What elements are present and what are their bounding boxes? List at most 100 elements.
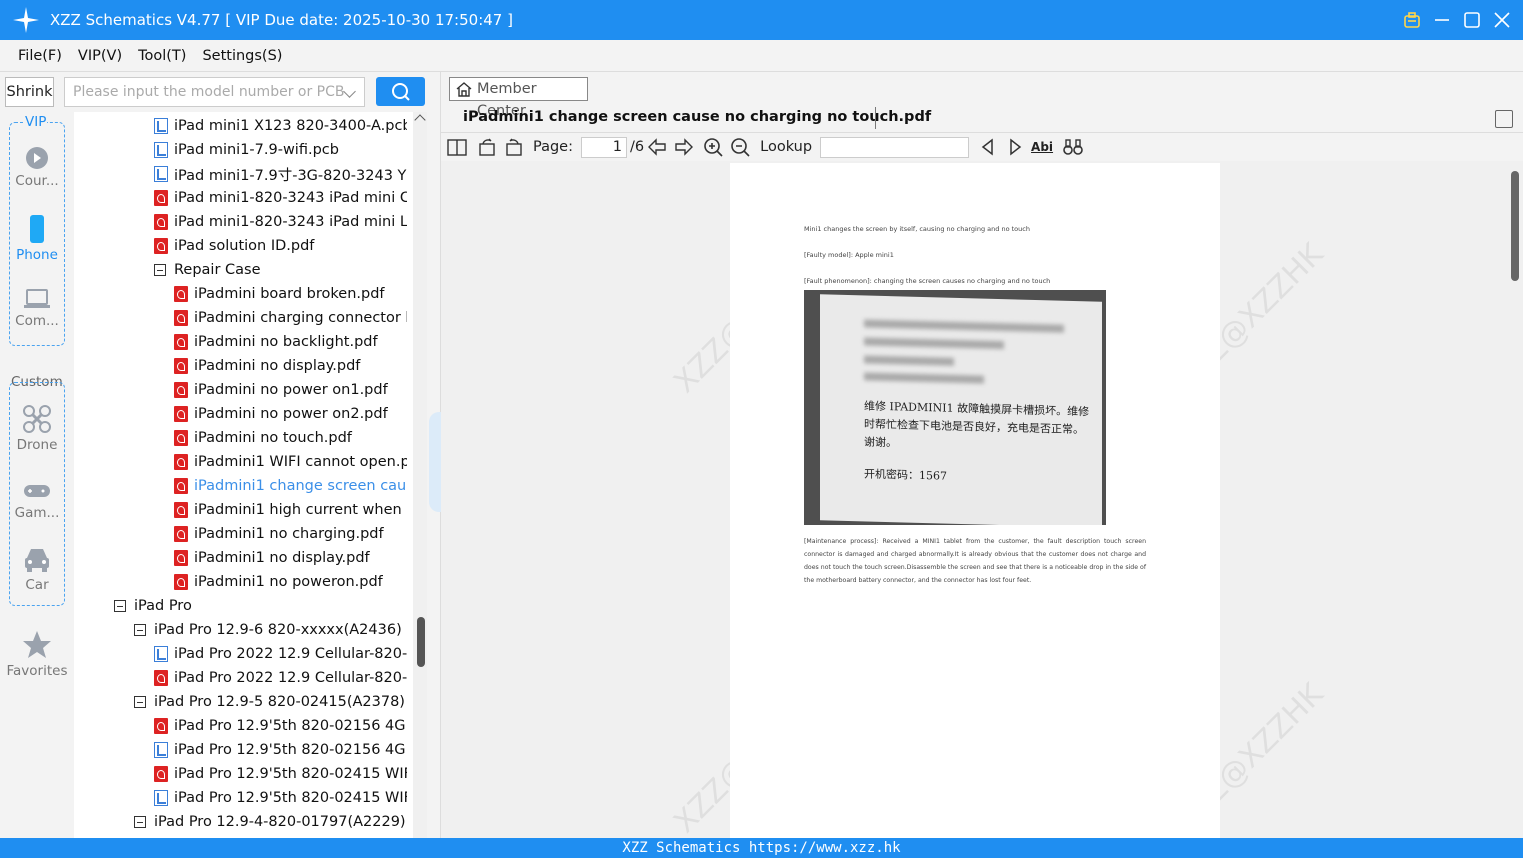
search-button[interactable] xyxy=(376,77,425,106)
tree-item-label: iPad Pro 2022 12.9 Cellular-820-03 xyxy=(174,646,407,662)
tree-folder[interactable]: iPad Pro 12.9-5 820-02415(A2378) 82( xyxy=(134,690,407,714)
rotate-right-icon[interactable] xyxy=(503,137,525,157)
tree-file[interactable]: iPadmini no power on1.pdf xyxy=(174,378,388,402)
collapse-panel-handle[interactable] xyxy=(429,412,441,512)
panel-splitter[interactable] xyxy=(427,72,441,838)
tree-folder[interactable]: iPad Pro xyxy=(114,594,192,618)
scrollbar-thumb[interactable] xyxy=(1511,171,1519,281)
tree-item-label: iPadmini no power on2.pdf xyxy=(194,406,388,422)
prev-page-icon[interactable] xyxy=(646,137,668,157)
nav-courses[interactable]: Cour... xyxy=(9,146,65,189)
lookup-input[interactable] xyxy=(820,136,970,158)
member-center-button[interactable]: Member Center xyxy=(449,77,588,119)
pdf-file-icon xyxy=(154,214,168,230)
menu-tool[interactable]: Tool(T) xyxy=(138,48,186,64)
tree-scrollbar[interactable] xyxy=(413,112,427,838)
nav-game[interactable]: Gam... xyxy=(9,480,65,521)
pdf-file-icon xyxy=(174,478,188,494)
category-sidebar: VIP Cour... Phone Com... Custom Drone Ga… xyxy=(0,112,74,838)
match-case-button[interactable]: Abi xyxy=(1031,137,1057,157)
tree-file[interactable]: iPadmini no display.pdf xyxy=(174,354,360,378)
vip-badge-icon[interactable] xyxy=(1403,11,1421,29)
tree-file[interactable]: iPad Pro 2022 12.9 Cellular-820-03 xyxy=(154,666,407,690)
tree-item-label: iPad mini1-820-3243 iPad mini Cir xyxy=(174,190,407,206)
tree-file[interactable]: iPad mini1-820-3243 iPad mini Cir xyxy=(154,186,407,210)
tree-folder[interactable]: iPad Pro 12.9-4-820-01797(A2229) 82 xyxy=(134,810,407,834)
shrink-button[interactable]: Shrink xyxy=(5,77,54,107)
tree-item-label: Repair Case xyxy=(174,262,261,278)
rotate-left-icon[interactable] xyxy=(476,137,498,157)
nav-label: Cour... xyxy=(15,173,59,189)
pdf-file-icon xyxy=(174,502,188,518)
tree-file[interactable]: iPadmini1 no poweron.pdf xyxy=(174,570,383,594)
pdf-fault-phenomenon: [Fault phenomenon]: changing the screen … xyxy=(804,277,1051,285)
tree-file[interactable]: iPad mini1 X123 820-3400-A.pcb xyxy=(154,114,407,138)
tree-item-label: iPad Pro 12.9'5th 820-02415 WIFI.p xyxy=(174,790,407,806)
tree-file[interactable]: iPadmini1 change screen cause xyxy=(174,474,407,498)
menu-file[interactable]: File(F) xyxy=(18,48,62,64)
tree-folder[interactable]: Repair Case xyxy=(154,258,261,282)
nav-drone[interactable]: Drone xyxy=(9,404,65,453)
nav-computer[interactable]: Com... xyxy=(9,288,65,329)
tree-file[interactable]: iPadmini1 no display.pdf xyxy=(174,546,370,570)
nav-phone[interactable]: Phone xyxy=(9,214,65,263)
find-binoculars-icon[interactable] xyxy=(1062,137,1084,157)
pdf-file-icon xyxy=(174,406,188,422)
tree-file[interactable]: iPadmini1 no charging.pdf xyxy=(174,522,384,546)
zoom-out-icon[interactable] xyxy=(730,137,752,157)
minimize-icon[interactable] xyxy=(1433,11,1451,29)
tree-file[interactable]: iPad mini1-7.9寸-3G-820-3243 YiD xyxy=(154,162,407,186)
viewer-scrollbar[interactable] xyxy=(1509,161,1521,838)
collapse-icon[interactable] xyxy=(134,624,146,636)
tree-file[interactable]: iPad Pro 12.9'5th 820-02156 4G sch xyxy=(154,714,407,738)
collapse-icon[interactable] xyxy=(134,816,146,828)
next-page-icon[interactable] xyxy=(673,137,695,157)
tree-item-label: iPadmini1 no charging.pdf xyxy=(194,526,384,542)
tree-file[interactable]: iPad Pro 12.9'5th 820-02415 WIFI.p xyxy=(154,786,407,810)
tree-file[interactable]: iPadmini1 WIFI cannot open.pd xyxy=(174,450,407,474)
collapse-icon[interactable] xyxy=(114,600,126,612)
tree-item-label: iPadmini board broken.pdf xyxy=(194,286,385,302)
tree-file[interactable]: iPad solution ID.pdf xyxy=(154,234,314,258)
tree-file[interactable]: iPadmini charging connector b xyxy=(174,306,407,330)
close-icon[interactable] xyxy=(1493,11,1511,29)
model-search-input[interactable]: Please input the model number or PCB xyxy=(64,77,365,107)
tree-file[interactable]: iPad Pro 12.9'5th 820-02415 WIFI s xyxy=(154,762,407,786)
pdf-viewer[interactable]: XZZ@XZZHK XZZ@XZZHK XZZ@XZZHK XZZ@XZZHK … xyxy=(441,161,1523,838)
page-number-input[interactable]: 1 xyxy=(581,136,627,158)
split-view-icon[interactable] xyxy=(446,137,468,157)
tree-file[interactable]: iPad Pro 2022 12.9 Cellular-820-03 xyxy=(154,642,407,666)
nav-favorites[interactable]: Favorites xyxy=(2,630,72,679)
scrollbar-thumb[interactable] xyxy=(417,617,425,667)
tree-file[interactable]: iPadmini no touch.pdf xyxy=(174,426,352,450)
menu-settings[interactable]: Settings(S) xyxy=(202,48,282,64)
blurred-line xyxy=(864,319,1064,333)
pdf-faulty-model: [Faulty model]: Apple mini1 xyxy=(804,251,894,259)
tree-item-label: iPad Pro 12.9-5 820-02415(A2378) 82( xyxy=(154,694,407,710)
tree-file[interactable]: iPad mini1-820-3243 iPad mini Lo xyxy=(154,210,407,234)
tree-file[interactable]: iPad Pro 12.9'5th 820-02156 4G.pcl xyxy=(154,738,407,762)
menu-bar: File(F) VIP(V) Tool(T) Settings(S) xyxy=(0,40,1523,72)
maintenance-process: [Maintenance process]: Received a MINI1 … xyxy=(804,538,1146,584)
tree-folder[interactable]: iPad Pro 12.9-6 820-xxxxx(A2436) 820 xyxy=(134,618,407,642)
collapse-icon[interactable] xyxy=(134,696,146,708)
tree-file[interactable]: iPadmini no backlight.pdf xyxy=(174,330,378,354)
find-prev-icon[interactable] xyxy=(977,137,999,157)
scroll-up-icon[interactable] xyxy=(414,114,426,126)
find-next-icon[interactable] xyxy=(1004,137,1026,157)
repair-note-photo: 维修 IPADMINI1 故障触摸屏卡槽损坏。维修 时帮忙检查下电池是否良好，充… xyxy=(804,290,1106,525)
tree-file[interactable]: iPadmini1 high current when st xyxy=(174,498,407,522)
tree-file[interactable]: iPad mini1-7.9-wifi.pcb xyxy=(154,138,339,162)
chevron-down-icon[interactable] xyxy=(343,85,356,98)
page-total: /6 xyxy=(630,139,645,155)
close-tab-icon[interactable] xyxy=(1495,110,1513,128)
zoom-in-icon[interactable] xyxy=(703,137,725,157)
collapse-icon[interactable] xyxy=(154,264,166,276)
document-tab[interactable]: iPadmini1 change screen cause no chargin… xyxy=(441,105,1523,133)
tree-item-label: iPadmini1 WIFI cannot open.pd xyxy=(194,454,407,470)
tree-file[interactable]: iPadmini no power on2.pdf xyxy=(174,402,388,426)
tree-file[interactable]: iPadmini board broken.pdf xyxy=(174,282,385,306)
nav-car[interactable]: Car xyxy=(9,546,65,593)
menu-vip[interactable]: VIP(V) xyxy=(78,48,122,64)
maximize-icon[interactable] xyxy=(1463,11,1481,29)
